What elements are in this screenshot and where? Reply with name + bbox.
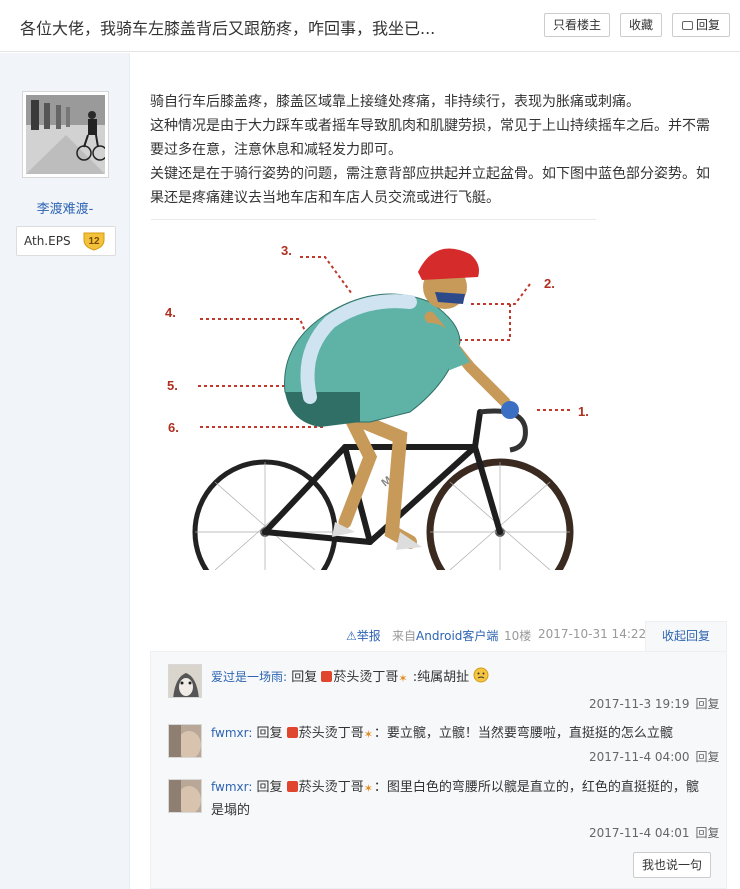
comment-icon [681, 21, 693, 30]
figure-label-3: 3. [281, 243, 292, 258]
reply-username[interactable]: fwmxr: [211, 780, 252, 794]
reply-meta: 2017-11-3 19:19 回复 [589, 695, 720, 712]
reply-target[interactable]: 菸头烫丁哥 [299, 780, 364, 795]
reply-target[interactable]: 菸头烫丁哥 [333, 670, 398, 685]
reply-username[interactable]: 爱过是一场雨: [211, 670, 287, 684]
reply-link[interactable]: 回复 [696, 750, 720, 764]
post-paragraph: 关键还是在于骑行姿势的问题，需注意背部应拱起并立起盆骨。如下图中蓝色部分姿势。如… [150, 166, 710, 206]
thread-header: 各位大佬，我骑车左膝盖背后又跟筋疼，咋回事，我坐已... 只看楼主 收藏 回复 [0, 0, 740, 52]
level-shield-icon: 12 [83, 231, 105, 251]
reply-button[interactable]: 回复 [672, 13, 730, 37]
author-avatar[interactable] [22, 91, 109, 178]
spark-icon: ✶ [363, 782, 373, 795]
reply-avatar[interactable] [168, 724, 202, 758]
reply-content: ：图里白色的弯腰所以髋是直立的，红色的直挺挺的，髋是塌的 [211, 780, 699, 818]
post-paragraph: 这种情况是由于大力踩车或者摇车导致肌肉和肌腱劳损，常见于上山持续摇车之后。并不需… [150, 118, 710, 158]
flag-icon [286, 727, 298, 738]
reply-avatar[interactable] [168, 664, 202, 698]
client-prefix: 来自 [392, 629, 417, 643]
reply-time: 2017-11-4 04:01 [589, 826, 690, 840]
figure-label-2: 2. [544, 276, 555, 291]
badge-name: Ath.EPS [24, 234, 71, 248]
reply-link[interactable]: 回复 [696, 826, 720, 840]
reply-username[interactable]: fwmxr: [211, 726, 252, 740]
only-op-button[interactable]: 只看楼主 [544, 13, 610, 37]
post-time: 2017-10-31 14:22 [538, 627, 647, 641]
thread-title: 各位大佬，我骑车左膝盖背后又跟筋疼，咋回事，我坐已... [20, 19, 436, 38]
client-source: 来自Android客户端 [392, 627, 498, 644]
floor-number: 10楼 [504, 629, 532, 643]
post-paragraph: 骑自行车后膝盖疼，膝盖区域靠上接缝处疼痛，非持续行，表现为胀痛或刺痛。 [150, 94, 640, 110]
figure-label-4: 4. [165, 305, 176, 320]
spark-icon: ✶ [363, 728, 373, 741]
add-comment-button[interactable]: 我也说一句 [633, 852, 711, 878]
spark-icon: ✶ [398, 672, 408, 685]
reply-word: 回复 [256, 726, 283, 741]
report-label: 举报 [356, 629, 381, 643]
reply-time: 2017-11-3 19:19 [589, 697, 690, 711]
content-divider [151, 219, 596, 220]
author-sidebar: 李渡难渡- Ath.EPS 12 [0, 53, 130, 889]
reply-item: fwmxr: 回复 菸头烫丁哥✶：要立髋，立髋！当然要弯腰啦，直挺挺的怎么立髋 [211, 722, 711, 746]
reply-time: 2017-11-4 04:00 [589, 750, 690, 764]
reply-button-label: 回复 [695, 18, 720, 32]
reply-avatar[interactable] [168, 779, 202, 813]
emoji-icon [473, 667, 489, 685]
figure-label-1: 1. [578, 404, 589, 419]
reply-link[interactable]: 回复 [696, 697, 720, 711]
reply-meta: 2017-11-4 04:00 回复 [589, 748, 720, 765]
reply-word: 回复 [256, 780, 283, 795]
flag-icon [321, 671, 333, 682]
client-link[interactable]: Android客户端 [416, 629, 498, 643]
flag-icon [286, 781, 298, 792]
favorite-button[interactable]: 收藏 [620, 13, 662, 37]
reply-word: 回复 [291, 670, 318, 685]
author-name[interactable]: 李渡难渡- [0, 198, 130, 217]
reply-content: :纯属胡扯 [412, 670, 470, 685]
collapse-replies-button[interactable]: 收起回复 [645, 621, 727, 652]
reply-meta: 2017-11-4 04:01 回复 [589, 824, 720, 841]
figure-label-5: 5. [167, 378, 178, 393]
report-link[interactable]: ⚠举报 [346, 627, 381, 644]
reply-target[interactable]: 菸头烫丁哥 [299, 726, 364, 741]
member-badge[interactable]: Ath.EPS 12 [16, 226, 116, 256]
reply-list: 爱过是一场雨: 回复 菸头烫丁哥✶ :纯属胡扯 2017-11-3 19:19 回… [150, 651, 727, 889]
post-body: 骑自行车后膝盖疼，膝盖区域靠上接缝处疼痛，非持续行，表现为胀痛或刺痛。 这种情况… [150, 90, 720, 210]
reply-item: fwmxr: 回复 菸头烫丁哥✶：图里白色的弯腰所以髋是直立的，红色的直挺挺的，… [211, 776, 701, 822]
reply-item: 爱过是一场雨: 回复 菸头烫丁哥✶ :纯属胡扯 [211, 666, 489, 690]
badge-level: 12 [88, 236, 100, 247]
figure-label-6: 6. [168, 420, 179, 435]
avatar-photo [26, 95, 105, 174]
cyclist-posture-image[interactable]: 3. 2. 4. 5. 6. 1. Max [160, 232, 600, 606]
reply-content: ：要立髋，立髋！当然要弯腰啦，直挺挺的怎么立髋 [373, 726, 673, 741]
